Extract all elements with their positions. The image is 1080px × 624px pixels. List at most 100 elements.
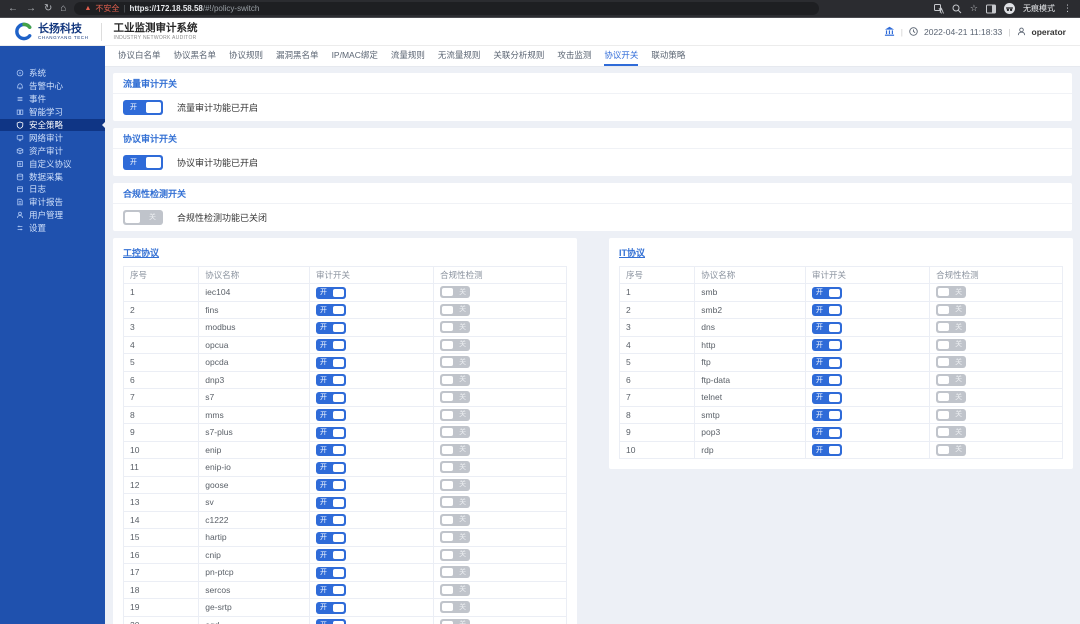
address-bar[interactable]: ▲ 不安全 | https://172.18.58.58/#!/policy-s… <box>74 2 819 15</box>
tab-4[interactable]: IP/MAC绑定 <box>332 46 378 66</box>
back-icon[interactable]: ← <box>8 4 18 14</box>
audit-switch-toggle[interactable]: 开 <box>316 392 346 404</box>
audit-switch-toggle[interactable]: 开 <box>316 479 346 491</box>
tab-1[interactable]: 协议黑名单 <box>174 46 217 66</box>
sidebar-item-data-collection[interactable]: 数据采集 <box>0 170 105 183</box>
tab-2[interactable]: 协议规则 <box>229 46 263 66</box>
audit-switch-toggle[interactable]: 开 <box>812 374 842 386</box>
compliance-toggle[interactable]: 关 <box>440 619 470 624</box>
sidebar-item-learning[interactable]: 智能学习 <box>0 106 105 119</box>
audit-switch-toggle[interactable]: 开 <box>812 287 842 299</box>
compliance-toggle[interactable]: 关 <box>936 391 966 403</box>
compliance-toggle[interactable]: 关 <box>936 339 966 351</box>
audit-switch-toggle[interactable]: 开 <box>316 339 346 351</box>
audit-switch-toggle[interactable]: 开 <box>316 287 346 299</box>
audit-switch-toggle[interactable]: 开 <box>316 427 346 439</box>
compliance-toggle[interactable]: 关 <box>440 461 470 473</box>
audit-switch-toggle[interactable]: 开 <box>812 444 842 456</box>
audit-switch-toggle[interactable]: 开 <box>316 444 346 456</box>
audit-switch-toggle[interactable]: 开 <box>316 532 346 544</box>
audit-switch-toggle[interactable]: 开 <box>316 619 346 624</box>
compliance-toggle[interactable]: 关 <box>440 514 470 526</box>
compliance-toggle[interactable]: 关 <box>440 444 470 456</box>
platform-icon[interactable] <box>884 26 895 37</box>
sidebar-item-asset-audit[interactable]: 资产审计 <box>0 144 105 157</box>
compliance-toggle[interactable]: 关 <box>440 356 470 368</box>
home-icon[interactable]: ⌂ <box>60 4 66 14</box>
audit-switch-toggle[interactable]: 开 <box>316 584 346 596</box>
compliance-toggle[interactable]: 关 <box>440 496 470 508</box>
audit-switch-toggle[interactable]: 开 <box>812 322 842 334</box>
section-toggle[interactable]: 关 <box>123 210 163 225</box>
sidebar-item-user-management[interactable]: 用户管理 <box>0 209 105 222</box>
reload-icon[interactable]: ↻ <box>44 4 52 14</box>
sidebar-item-security-policy[interactable]: 安全策略 <box>0 119 105 132</box>
security-warning-icon[interactable]: ▲ <box>84 5 91 12</box>
tab-6[interactable]: 无流量规则 <box>438 46 481 66</box>
audit-switch-toggle[interactable]: 开 <box>316 409 346 421</box>
tab-7[interactable]: 关联分析规则 <box>493 46 544 66</box>
zoom-icon[interactable] <box>952 4 962 14</box>
audit-switch-toggle[interactable]: 开 <box>812 304 842 316</box>
audit-switch-toggle[interactable]: 开 <box>316 514 346 526</box>
tab-9[interactable]: 协议开关 <box>604 46 638 66</box>
audit-switch-toggle[interactable]: 开 <box>316 497 346 509</box>
forward-icon[interactable]: → <box>26 4 36 14</box>
compliance-toggle[interactable]: 关 <box>936 409 966 421</box>
sidebar-item-system[interactable]: 系统 <box>0 67 105 80</box>
compliance-toggle[interactable]: 关 <box>440 391 470 403</box>
compliance-toggle[interactable]: 关 <box>936 444 966 456</box>
sidebar-item-audit-report[interactable]: 审计报告 <box>0 196 105 209</box>
tab-8[interactable]: 攻击监测 <box>557 46 591 66</box>
sidebar-item-events[interactable]: 事件 <box>0 93 105 106</box>
compliance-toggle[interactable]: 关 <box>440 304 470 316</box>
audit-switch-toggle[interactable]: 开 <box>812 339 842 351</box>
compliance-toggle[interactable]: 关 <box>440 374 470 386</box>
compliance-toggle[interactable]: 关 <box>440 339 470 351</box>
compliance-toggle[interactable]: 关 <box>440 601 470 613</box>
compliance-toggle[interactable]: 关 <box>936 321 966 333</box>
compliance-toggle[interactable]: 关 <box>440 409 470 421</box>
audit-switch-toggle[interactable]: 开 <box>812 357 842 369</box>
audit-switch-toggle[interactable]: 开 <box>316 567 346 579</box>
audit-switch-toggle[interactable]: 开 <box>316 304 346 316</box>
tab-3[interactable]: 漏洞黑名单 <box>276 46 319 66</box>
sidebar-item-settings[interactable]: 设置 <box>0 222 105 235</box>
tab-5[interactable]: 流量规则 <box>391 46 425 66</box>
browser-menu-icon[interactable]: ⋮ <box>1063 3 1072 14</box>
sidebar-item-alarm-center[interactable]: 告警中心 <box>0 80 105 93</box>
incognito-avatar-icon[interactable] <box>1004 3 1015 14</box>
tab-10[interactable]: 联动策略 <box>651 46 685 66</box>
audit-switch-toggle[interactable]: 开 <box>812 409 842 421</box>
audit-switch-toggle[interactable]: 开 <box>316 462 346 474</box>
audit-switch-toggle[interactable]: 开 <box>316 374 346 386</box>
bookmark-star-icon[interactable]: ☆ <box>970 3 978 14</box>
translate-icon[interactable] <box>934 4 944 14</box>
compliance-toggle[interactable]: 关 <box>936 356 966 368</box>
compliance-toggle[interactable]: 关 <box>440 531 470 543</box>
sidebar-item-logs[interactable]: 日志 <box>0 183 105 196</box>
username[interactable]: operator <box>1032 27 1066 37</box>
audit-switch-toggle[interactable]: 开 <box>316 549 346 561</box>
compliance-toggle[interactable]: 关 <box>936 426 966 438</box>
compliance-toggle[interactable]: 关 <box>936 304 966 316</box>
compliance-toggle[interactable]: 关 <box>936 286 966 298</box>
audit-switch-toggle[interactable]: 开 <box>812 392 842 404</box>
side-panel-icon[interactable] <box>986 4 996 14</box>
compliance-toggle[interactable]: 关 <box>936 374 966 386</box>
audit-switch-toggle[interactable]: 开 <box>316 357 346 369</box>
sidebar-item-custom-protocol[interactable]: 自定义协议 <box>0 157 105 170</box>
tab-0[interactable]: 协议白名单 <box>118 46 161 66</box>
compliance-toggle[interactable]: 关 <box>440 286 470 298</box>
compliance-toggle[interactable]: 关 <box>440 426 470 438</box>
compliance-toggle[interactable]: 关 <box>440 584 470 596</box>
section-toggle[interactable]: 开 <box>123 155 163 170</box>
audit-switch-toggle[interactable]: 开 <box>316 322 346 334</box>
compliance-toggle[interactable]: 关 <box>440 566 470 578</box>
compliance-toggle[interactable]: 关 <box>440 479 470 491</box>
audit-switch-toggle[interactable]: 开 <box>316 602 346 614</box>
section-toggle[interactable]: 开 <box>123 100 163 115</box>
compliance-toggle[interactable]: 关 <box>440 549 470 561</box>
sidebar-item-network-audit[interactable]: 网络审计 <box>0 131 105 144</box>
audit-switch-toggle[interactable]: 开 <box>812 427 842 439</box>
